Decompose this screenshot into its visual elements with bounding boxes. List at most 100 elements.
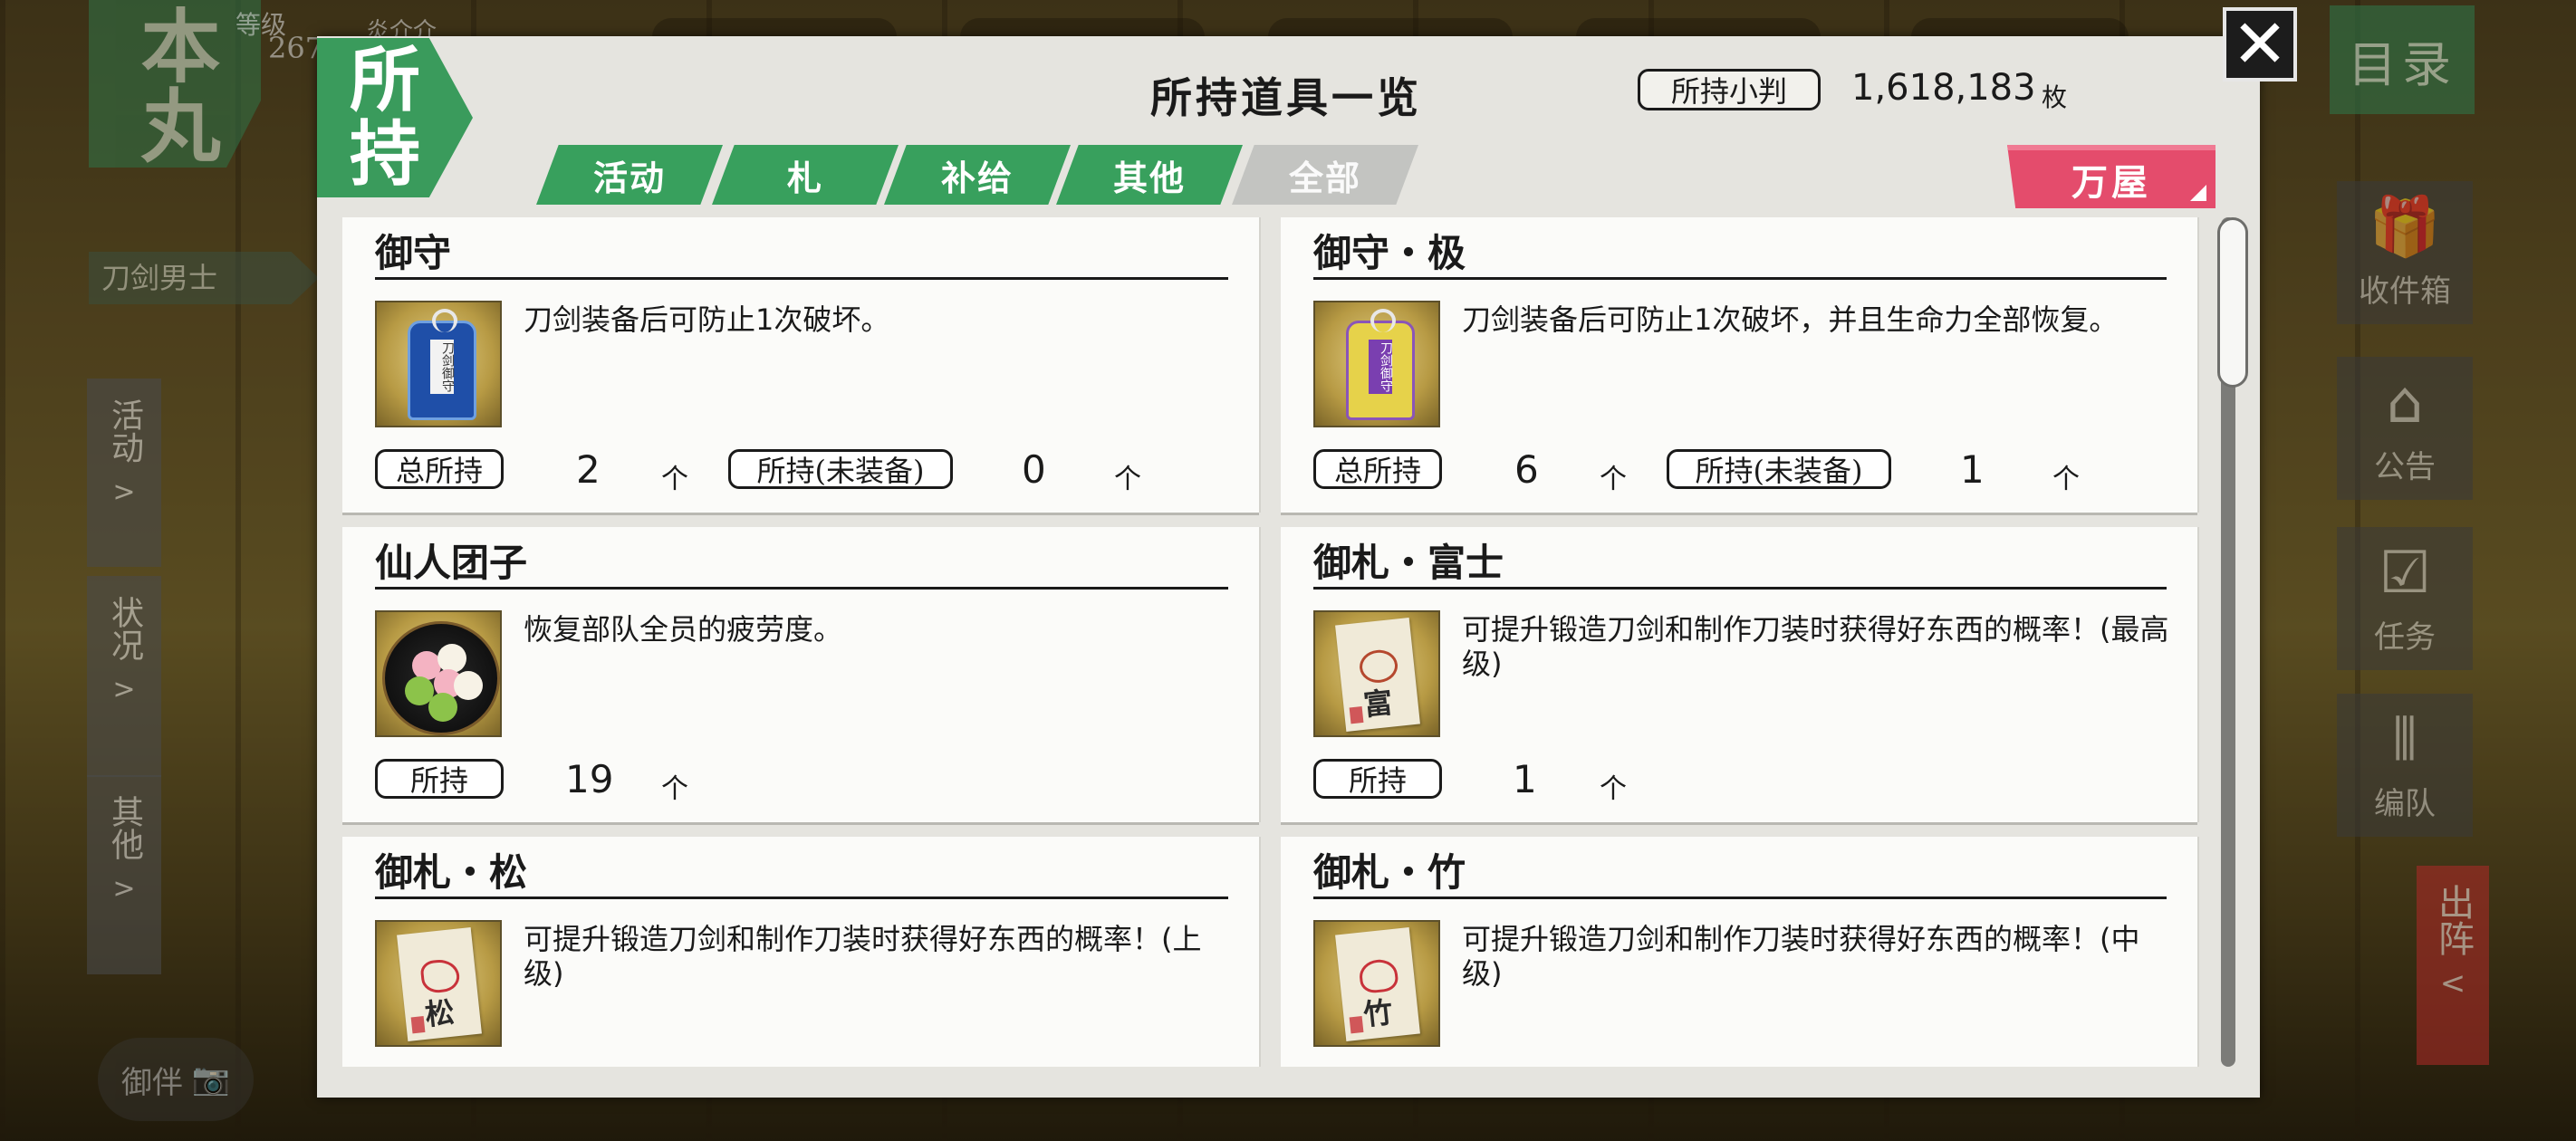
qty-unit: 个 xyxy=(2052,464,2080,495)
qty-unit: 个 xyxy=(1600,464,1627,495)
divider xyxy=(375,896,1228,899)
menu-button[interactable]: 目录 xyxy=(2330,5,2475,114)
koban-value: 1,618,183 xyxy=(1851,67,2036,109)
shop-button[interactable]: 万屋 xyxy=(2007,145,2216,208)
dango-ball xyxy=(454,671,483,700)
divider xyxy=(375,277,1228,280)
close-button[interactable]: ✕ xyxy=(2223,7,2297,82)
item-name: 仙人团子 xyxy=(375,541,528,585)
qty-value-owned: 1 xyxy=(1513,757,1537,801)
item-description: 刀剑装备后可防止1次破坏。 xyxy=(524,302,890,337)
tab-fuda[interactable]: 札 xyxy=(712,145,899,205)
tab-event[interactable]: 活动 xyxy=(536,145,723,205)
omamori-shape: 刀剑御守 xyxy=(1346,309,1415,420)
fuda-card: 竹 xyxy=(1335,927,1420,1041)
left-nav-event[interactable]: 活动 > xyxy=(87,379,161,567)
omamori-blue-icon: 刀剑御守 xyxy=(375,301,502,427)
fuda-card: 松 xyxy=(397,927,482,1041)
item-description: 恢复部队全员的疲劳度。 xyxy=(524,612,843,647)
qty-value-unequipped: 1 xyxy=(1960,447,1985,492)
item-description: 刀剑装备后可防止1次破坏，并且生命力全部恢复。 xyxy=(1462,302,2119,337)
chevron-right-icon: > xyxy=(112,674,136,705)
qty-label-owned: 所持 xyxy=(1313,759,1442,799)
fuda-fuji-icon: 富 xyxy=(1313,610,1440,737)
qty-value-total: 2 xyxy=(576,447,601,492)
fuda-char: 竹 xyxy=(1361,994,1395,1032)
fuda-decoration xyxy=(419,957,461,994)
omamori-text: 刀剑御守 xyxy=(430,340,455,394)
divider xyxy=(1313,277,2167,280)
right-nav-notice[interactable]: ⌂ 公告 xyxy=(2337,357,2473,500)
divider xyxy=(375,587,1228,590)
dango-plate xyxy=(382,621,500,735)
fuda-decoration xyxy=(1358,647,1399,685)
item-name: 御守・极 xyxy=(1313,231,1466,275)
companion-label: 御伴 xyxy=(120,1064,183,1101)
qty-label-total: 总所持 xyxy=(1313,449,1442,489)
qty-label-owned: 所持 xyxy=(375,759,504,799)
left-nav-label: 状况 xyxy=(106,596,143,661)
tab-all[interactable]: 全部 xyxy=(1232,145,1418,205)
camera-icon: 📷 xyxy=(191,1061,231,1098)
item-description: 可提升锻造刀剑和制作刀装时获得好东西的概率！(上级) xyxy=(524,922,1202,991)
item-card: 御守・极 刀剑御守 刀剑装备后可防止1次破坏，并且生命力全部恢复。 总所持 6 … xyxy=(1281,217,2197,513)
left-nav-label: 活动 xyxy=(106,398,143,464)
sortie-button[interactable]: 出阵 < xyxy=(2417,866,2489,1065)
item-card: 御札・竹 竹 可提升锻造刀剑和制作刀装时获得好东西的概率！(中级) xyxy=(1281,837,2197,1067)
fuda-decoration xyxy=(1358,957,1399,994)
qty-value-unequipped: 0 xyxy=(1022,447,1046,492)
companion-button[interactable]: 御伴 📷 xyxy=(98,1038,254,1121)
fuda-char: 松 xyxy=(423,994,457,1032)
right-nav-inbox[interactable]: 🎁 收件箱 xyxy=(2337,181,2473,324)
item-card: 御守 刀剑御守 刀剑装备后可防止1次破坏。 总所持 2 个 所持(未装备) 0 … xyxy=(342,217,1259,513)
omamori-shape: 刀剑御守 xyxy=(408,309,476,420)
divider xyxy=(1313,587,2167,590)
chevron-right-icon: > xyxy=(112,476,136,508)
chevron-left-icon: < xyxy=(2439,965,2466,1002)
scrollbar-thumb[interactable] xyxy=(2217,217,2248,388)
dango-ball xyxy=(437,644,466,673)
fuda-seal xyxy=(1349,706,1364,724)
fuda-matsu-icon: 松 xyxy=(375,920,502,1047)
qty-unit: 个 xyxy=(1600,773,1627,805)
item-description: 可提升锻造刀剑和制作刀装时获得好东西的概率！(最高级) xyxy=(1462,612,2169,681)
left-nav-label: 其他 xyxy=(106,795,143,860)
level-value: 267 xyxy=(268,31,324,65)
divider xyxy=(1313,896,2167,899)
swordsman-label[interactable]: 刀剑男士 xyxy=(89,252,319,304)
qty-unit: 个 xyxy=(661,464,688,495)
koban-label: 所持小判 xyxy=(1638,69,1821,110)
item-list[interactable]: 御守 刀剑御守 刀剑装备后可防止1次破坏。 总所持 2 个 所持(未装备) 0 … xyxy=(342,217,2201,1067)
qty-unit: 个 xyxy=(661,773,688,805)
qty-label-total: 总所持 xyxy=(375,449,504,489)
checklist-icon: ☑ xyxy=(2379,539,2431,607)
item-name: 御守 xyxy=(375,231,452,275)
right-nav-missions[interactable]: ☑ 任务 xyxy=(2337,527,2473,670)
right-nav-label: 编队 xyxy=(2374,785,2436,822)
gift-icon: 🎁 xyxy=(2369,193,2441,261)
left-nav-other[interactable]: 其他 > xyxy=(87,775,161,974)
koban-unit: 枚 xyxy=(2042,82,2068,112)
dialog-title: 所持道具一览 xyxy=(1150,73,1422,122)
tab-other[interactable]: 其他 xyxy=(1056,145,1243,205)
item-name: 御札・松 xyxy=(375,850,528,895)
right-nav-label: 公告 xyxy=(2374,448,2436,485)
tab-supply[interactable]: 补给 xyxy=(884,145,1071,205)
qty-unit: 个 xyxy=(1114,464,1141,495)
chevron-right-icon: > xyxy=(112,873,136,905)
right-nav-formation[interactable]: ⫴ 编队 xyxy=(2337,694,2473,837)
item-name: 御札・富士 xyxy=(1313,541,1504,585)
formation-icon: ⫴ xyxy=(2392,705,2417,773)
right-nav-label: 任务 xyxy=(2374,618,2436,656)
qty-value-total: 6 xyxy=(1514,447,1539,492)
fuda-seal xyxy=(1349,1016,1364,1034)
fuda-take-icon: 竹 xyxy=(1313,920,1440,1047)
left-nav-status[interactable]: 状况 > xyxy=(87,576,161,777)
item-card: 御札・富士 富 可提升锻造刀剑和制作刀装时获得好东西的概率！(最高级) 所持 1… xyxy=(1281,527,2197,822)
omamori-text: 刀剑御守 xyxy=(1369,340,1393,394)
qty-value-owned: 19 xyxy=(565,757,614,801)
fuda-card: 富 xyxy=(1335,618,1420,732)
item-name: 御札・竹 xyxy=(1313,850,1466,895)
dango-ball xyxy=(428,693,457,722)
badge-char: 持 xyxy=(349,113,420,196)
